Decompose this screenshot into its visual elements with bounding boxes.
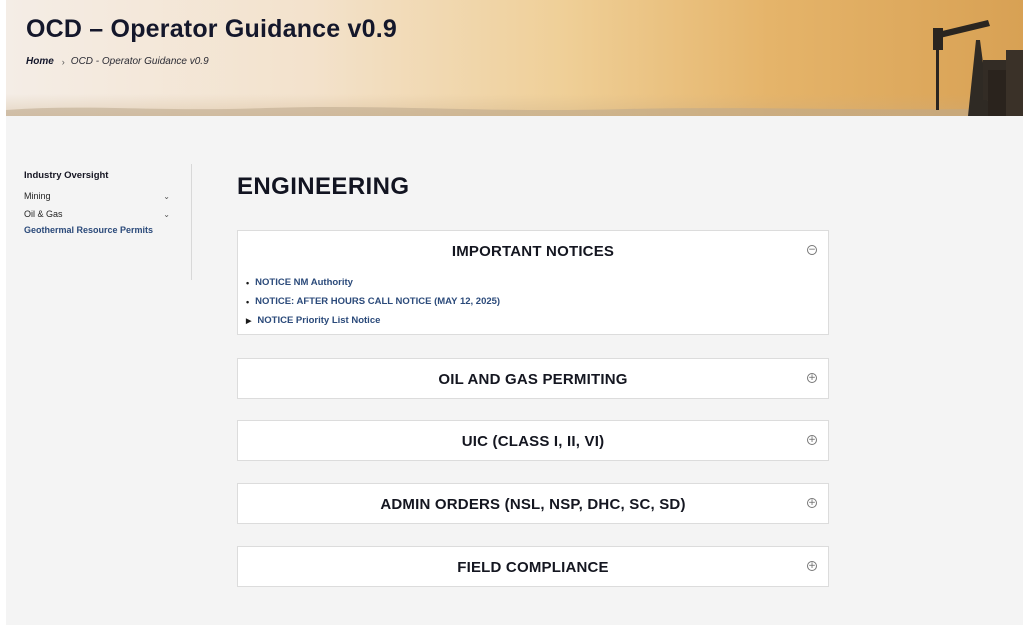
breadcrumb: Home › OCD - Operator Guidance v0.9 <box>26 56 209 67</box>
expand-icon[interactable]: + <box>807 373 817 383</box>
accordion-oil-gas-permiting[interactable]: OIL AND GAS PERMITING + <box>237 358 829 399</box>
accordion-header[interactable]: IMPORTANT NOTICES − <box>238 231 828 271</box>
chevron-down-icon[interactable]: ⌄ <box>163 192 170 201</box>
accordion-title: UIC (CLASS I, II, VI) <box>461 432 605 450</box>
accordion-important-notices: IMPORTANT NOTICES − • NOTICE NM Authorit… <box>237 230 829 335</box>
accordion-title: FIELD COMPLIANCE <box>457 558 609 576</box>
expand-icon[interactable]: + <box>807 498 817 508</box>
notice-link[interactable]: NOTICE Priority List Notice <box>257 315 380 326</box>
chevron-down-icon[interactable]: ⌄ <box>163 210 170 219</box>
breadcrumb-current: OCD - Operator Guidance v0.9 <box>70 56 209 67</box>
accordion-title: OIL AND GAS PERMITING <box>438 370 628 388</box>
sidebar-item-mining[interactable]: Mining ⌄ <box>24 187 174 205</box>
expand-icon[interactable]: + <box>807 435 817 445</box>
accordion-title: IMPORTANT NOTICES <box>451 242 615 260</box>
collapse-icon[interactable]: − <box>807 245 817 255</box>
accordion-uic[interactable]: UIC (CLASS I, II, VI) + <box>237 420 829 461</box>
sidebar: Industry Oversight Mining ⌄ Oil & Gas ⌄ … <box>24 170 174 235</box>
content-area: Industry Oversight Mining ⌄ Oil & Gas ⌄ … <box>6 116 1023 625</box>
section-title: ENGINEERING <box>237 173 410 200</box>
notice-list: • NOTICE NM Authority • NOTICE: AFTER HO… <box>238 271 828 330</box>
bullet-icon: • <box>246 296 250 307</box>
page-title: OCD – Operator Guidance v0.9 <box>26 15 397 43</box>
accordion-header[interactable]: FIELD COMPLIANCE + <box>238 547 828 587</box>
sidebar-item-label: Mining <box>24 191 51 201</box>
sidebar-link-geothermal[interactable]: Geothermal Resource Permits <box>24 225 174 235</box>
breadcrumb-separator: › <box>61 56 65 67</box>
list-item[interactable]: • NOTICE NM Authority <box>246 273 828 292</box>
sidebar-divider <box>191 164 192 280</box>
hero-haze <box>6 94 1023 116</box>
accordion-header[interactable]: OIL AND GAS PERMITING + <box>238 359 828 399</box>
sidebar-item-label: Oil & Gas <box>24 209 63 219</box>
list-item[interactable]: • NOTICE: AFTER HOURS CALL NOTICE (MAY 1… <box>246 292 828 311</box>
list-item[interactable]: ▶ NOTICE Priority List Notice <box>246 311 828 330</box>
accordion-header[interactable]: ADMIN ORDERS (NSL, NSP, DHC, SC, SD) + <box>238 484 828 524</box>
breadcrumb-home-link[interactable]: Home <box>26 56 54 67</box>
disclosure-triangle-icon[interactable]: ▶ <box>246 317 251 325</box>
pumpjack-image <box>933 20 1023 116</box>
accordion-field-compliance[interactable]: FIELD COMPLIANCE + <box>237 546 829 587</box>
accordion-admin-orders[interactable]: ADMIN ORDERS (NSL, NSP, DHC, SC, SD) + <box>237 483 829 524</box>
sidebar-heading: Industry Oversight <box>24 170 109 181</box>
accordion-header[interactable]: UIC (CLASS I, II, VI) + <box>238 421 828 461</box>
accordion-title: ADMIN ORDERS (NSL, NSP, DHC, SC, SD) <box>380 495 686 513</box>
sidebar-item-oil-gas[interactable]: Oil & Gas ⌄ <box>24 205 174 223</box>
bullet-icon: • <box>246 277 250 288</box>
notice-link[interactable]: NOTICE: AFTER HOURS CALL NOTICE (MAY 12,… <box>255 296 500 307</box>
hero-banner: OCD – Operator Guidance v0.9 Home › OCD … <box>6 0 1023 116</box>
expand-icon[interactable]: + <box>807 561 817 571</box>
notice-link[interactable]: NOTICE NM Authority <box>255 277 353 288</box>
